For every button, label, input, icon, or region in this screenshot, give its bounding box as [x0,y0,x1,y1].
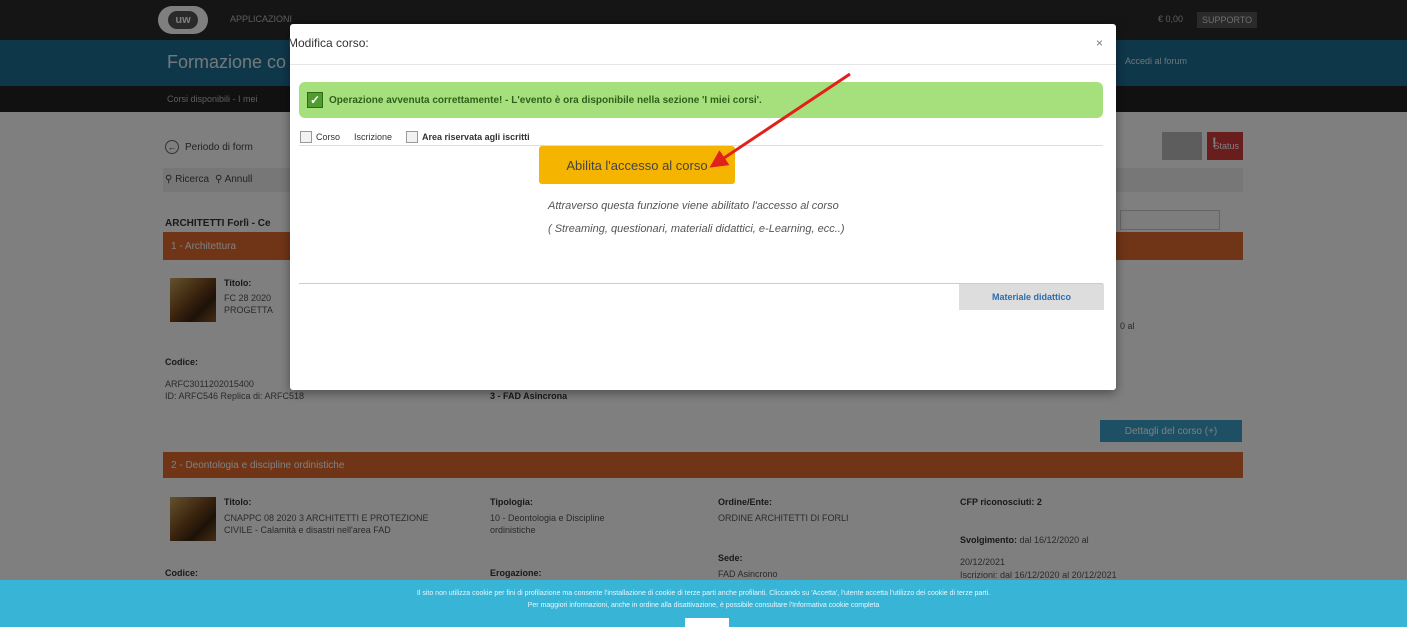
modal-header-divider [290,64,1116,65]
tab-area-label: Area riservata agli iscritti [422,132,530,142]
cookie-accept-button[interactable] [685,618,729,627]
teaching-material-button[interactable]: Materiale didattico [959,284,1104,310]
tab-area-riservata[interactable]: Area riservata agli iscritti [406,131,530,143]
tab-iscrizione-label: Iscrizione [354,132,393,142]
edit-course-modal: Modifica corso: × ✓ Operazione avvenuta … [288,24,1116,390]
description-line2: ( Streaming, questionari, materiali dida… [548,223,845,235]
close-icon[interactable]: × [1096,36,1103,50]
modal-tabs: Corso Iscrizione Area riservata agli isc… [300,128,544,146]
cookie-text-line2[interactable]: Per maggiori informazioni, anche in ordi… [0,602,1407,609]
tab-corso[interactable]: Corso [300,131,340,143]
document-icon [406,131,419,143]
success-message: Operazione avvenuta correttamente! - L'e… [329,94,762,106]
tab-corso-label: Corso [316,132,341,142]
tab-iscrizione[interactable]: Iscrizione [354,132,392,142]
enable-access-button[interactable]: Abilita l'accesso al corso [539,146,735,184]
cookie-text-line1: Il sito non utilizza cookie per fini di … [416,590,991,597]
document-icon [300,131,312,143]
description-line1: Attraverso questa funzione viene abilita… [548,200,839,212]
check-icon: ✓ [307,92,323,108]
modal-title: Modifica corso: [288,36,369,50]
success-alert: ✓ Operazione avvenuta correttamente! - L… [299,82,1103,118]
cookie-banner: Il sito non utilizza cookie per fini di … [0,580,1407,627]
